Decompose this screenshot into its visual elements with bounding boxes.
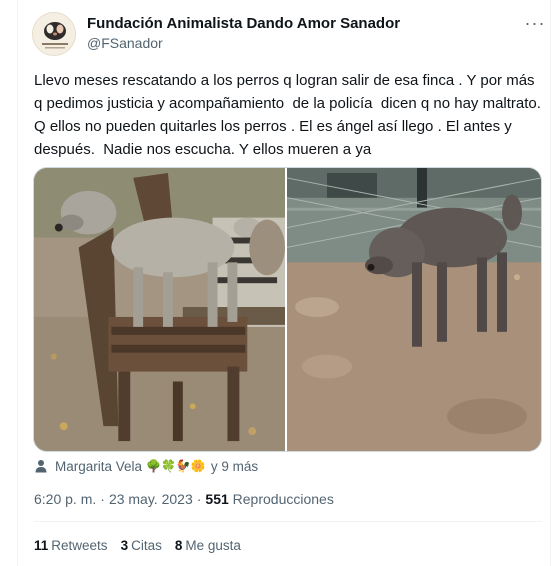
- tweet-timestamp: 6:20 p. m. · 23 may. 2023 · 551 Reproduccion…: [34, 491, 334, 507]
- stats-divider: [34, 521, 542, 522]
- right-border: [550, 0, 551, 566]
- likes-stat[interactable]: 8 Me gusta: [175, 538, 241, 553]
- dog-on-chair-photo: [34, 168, 285, 451]
- likes-label: Me gusta: [185, 538, 241, 553]
- tweet-card: Fundación Animalista Dando Amor Sanador …: [0, 0, 558, 566]
- tweet-text: Llevo meses rescatando a los perros q lo…: [34, 72, 550, 158]
- tagged-emojis: 🌳🍀🐓🌼: [146, 459, 206, 473]
- tagged-names: Margarita Vela: [55, 458, 143, 474]
- photo-dog-in-yard[interactable]: [287, 168, 541, 451]
- tweet-date[interactable]: 23 may. 2023: [109, 491, 193, 507]
- left-border: [17, 0, 18, 566]
- tweet-time[interactable]: 6:20 p. m.: [34, 491, 96, 507]
- timestamp-separator: ·: [100, 491, 105, 507]
- retweets-stat[interactable]: 11 Retweets: [34, 538, 108, 553]
- engagement-stats: 11 Retweets 3 Citas 8 Me gusta: [34, 538, 254, 553]
- avatar[interactable]: [32, 12, 76, 56]
- quotes-count: 3: [120, 538, 129, 553]
- retweets-count: 11: [34, 538, 49, 553]
- ellipsis-icon: ···: [524, 13, 546, 33]
- author-name[interactable]: Fundación Animalista Dando Amor Sanador: [87, 15, 400, 32]
- tagged-people[interactable]: Margarita Vela 🌳🍀🐓🌼 y 9 más: [34, 456, 258, 476]
- person-icon: [35, 460, 47, 473]
- avatar-logo-icon: [33, 13, 75, 55]
- likes-count: 8: [174, 538, 183, 553]
- quotes-label: Citas: [131, 538, 162, 553]
- photo-dog-on-chair[interactable]: [34, 168, 287, 451]
- views-count: 551: [205, 491, 229, 507]
- author-handle[interactable]: @FSanador: [87, 35, 163, 51]
- views-label: Reproducciones: [232, 491, 334, 507]
- media-grid: [33, 167, 542, 452]
- views-separator: ·: [196, 491, 202, 507]
- more-options-button[interactable]: ···: [525, 13, 545, 33]
- quotes-stat[interactable]: 3 Citas: [121, 538, 162, 553]
- retweets-label: Retweets: [51, 538, 108, 553]
- tagged-more: y 9 más: [210, 458, 259, 474]
- dog-in-yard-photo: [287, 168, 541, 451]
